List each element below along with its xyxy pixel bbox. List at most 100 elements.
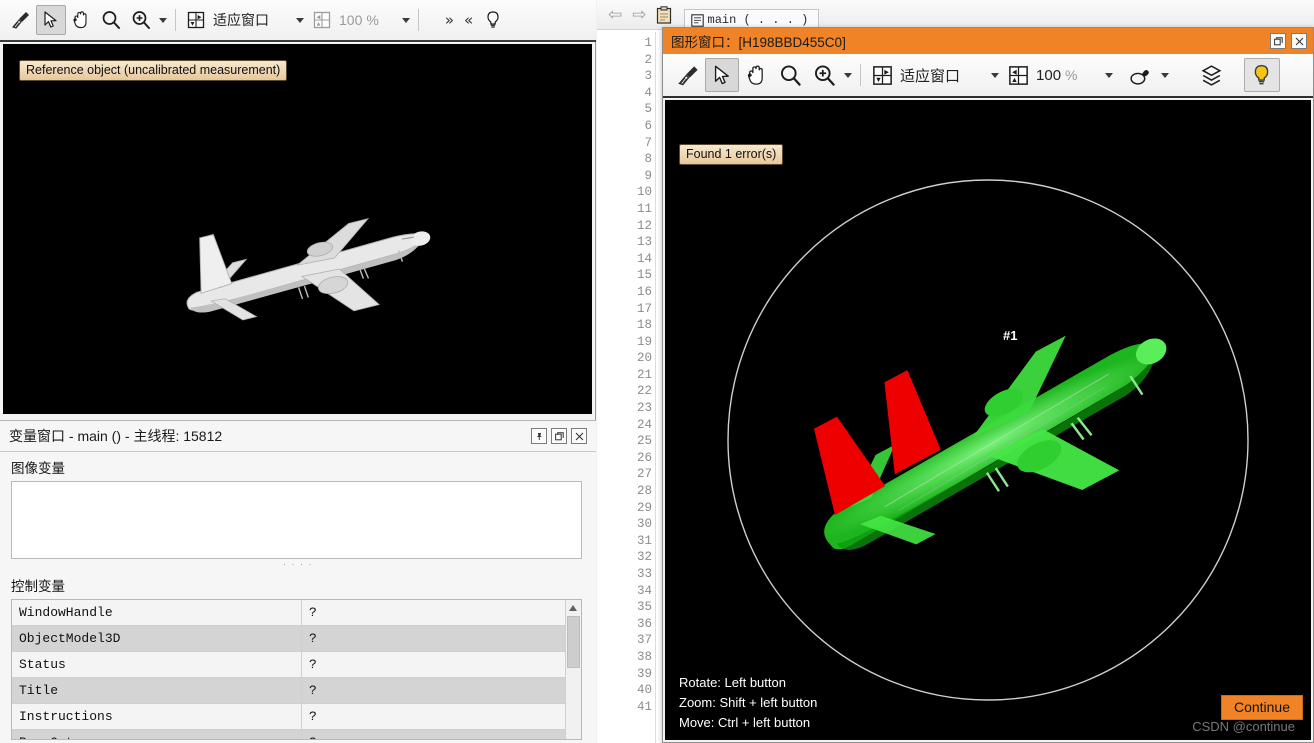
table-row[interactable]: PoseOut? <box>12 729 565 739</box>
line-number: 12 <box>636 218 652 233</box>
variable-name-cell: Title <box>12 677 302 704</box>
fit-window-label: 适应窗口 <box>213 12 269 28</box>
line-number: 23 <box>636 401 652 416</box>
clear-broom-icon[interactable] <box>6 5 36 35</box>
expand-less-icon[interactable]: « <box>459 11 478 29</box>
clear-broom-icon[interactable] <box>671 58 705 92</box>
layers-icon[interactable] <box>1194 58 1230 92</box>
expand-more-icon[interactable]: » <box>440 11 459 29</box>
line-number: 21 <box>636 367 652 382</box>
variable-window-title: 变量窗口 - main () - 主线程: 15812 <box>9 428 223 444</box>
restore-icon[interactable] <box>551 428 567 444</box>
forward-arrow-icon[interactable]: ⇨ <box>627 5 651 25</box>
line-number: 6 <box>644 118 652 133</box>
scrollbar-thumb[interactable] <box>567 616 580 668</box>
line-number: 41 <box>636 699 652 714</box>
line-number: 22 <box>636 384 652 399</box>
graphics-window-toolbar: 适应窗口 100 % <box>663 54 1313 98</box>
rotate-3d-caret-icon[interactable] <box>1158 61 1172 89</box>
fit-window-icon[interactable] <box>866 59 898 91</box>
line-number: 3 <box>644 69 652 84</box>
continue-button[interactable]: Continue <box>1220 695 1303 720</box>
fit-window-caret-icon[interactable] <box>988 61 1002 89</box>
restore-icon[interactable] <box>1270 33 1286 49</box>
clipboard-icon[interactable] <box>652 3 676 27</box>
line-number: 18 <box>636 318 652 333</box>
toolbar-separator-2 <box>417 9 419 31</box>
graphics-window: 图形窗口：[H198BBD455C0] 适应窗口 100 % Found 1 e… <box>662 27 1314 743</box>
variable-name-cell: Instructions <box>12 703 302 730</box>
line-number: 35 <box>636 600 652 615</box>
variable-window-controls <box>531 428 592 444</box>
variable-value-cell: ? <box>301 677 565 704</box>
table-row[interactable]: Instructions? <box>12 703 565 730</box>
zoom-in-icon[interactable] <box>807 58 841 92</box>
line-number: 11 <box>636 201 652 216</box>
select-arrow-icon[interactable] <box>36 5 66 35</box>
pan-hand-icon[interactable] <box>66 5 96 35</box>
pan-hand-icon[interactable] <box>739 58 773 92</box>
line-number: 14 <box>636 251 652 266</box>
graphics-window-titlebar[interactable]: 图形窗口：[H198BBD455C0] <box>663 28 1313 54</box>
line-number: 27 <box>636 467 652 482</box>
editor-line-number-gutter: 1 2 3 4 5 6 7 8 9 10 11 12 13 14 15 16 17 18 19 20 21 22 23 24 2… <box>622 32 652 743</box>
found-errors-badge: Found 1 error(s) <box>679 144 784 165</box>
variable-name-cell: Status <box>12 651 302 678</box>
table-row[interactable]: Title? <box>12 677 565 704</box>
table-row[interactable]: Status? <box>12 651 565 678</box>
close-icon[interactable] <box>1291 33 1307 49</box>
table-row[interactable]: WindowHandle? <box>12 600 565 626</box>
scroll-up-arrow-icon[interactable] <box>569 605 577 611</box>
fit-window-icon[interactable] <box>181 5 211 35</box>
magnifier-icon[interactable] <box>773 58 807 92</box>
image-variables-list[interactable] <box>11 481 582 559</box>
instruction-move: Move: Ctrl + left button <box>679 715 811 730</box>
zoom-level-icon[interactable] <box>307 5 337 35</box>
line-number: 38 <box>636 649 652 664</box>
variable-window-titlebar: 变量窗口 - main () - 主线程: 15812 <box>0 421 596 452</box>
lightbulb-icon[interactable] <box>1243 58 1280 92</box>
variable-name-cell: PoseOut <box>12 729 302 739</box>
zoom-options-caret-icon[interactable] <box>841 61 855 89</box>
instruction-rotate: Rotate: Left button <box>679 675 786 690</box>
pin-icon[interactable] <box>531 428 547 444</box>
line-number: 17 <box>636 301 652 316</box>
magnifier-icon[interactable] <box>96 5 126 35</box>
back-arrow-icon[interactable]: ⇦ <box>603 5 627 25</box>
line-number: 15 <box>636 268 652 283</box>
line-number: 19 <box>636 334 652 349</box>
line-number: 28 <box>636 484 652 499</box>
line-number: 2 <box>644 52 652 67</box>
variable-value-cell: ? <box>301 703 565 730</box>
line-number: 33 <box>636 567 652 581</box>
fit-window-caret-icon[interactable] <box>293 6 307 34</box>
table-row[interactable]: ObjectModel3D? <box>12 625 565 652</box>
control-variables-scrollbar[interactable] <box>565 600 581 739</box>
airplane-model-3d <box>186 217 431 321</box>
zoom-level-value: 100 <box>1036 66 1062 84</box>
line-number: 32 <box>636 550 652 565</box>
rotate-3d-icon[interactable] <box>1124 58 1158 92</box>
pane-splitter[interactable]: · · · · <box>0 559 596 570</box>
application-window: 适应窗口 100 % » « Reference object (uncalib… <box>0 0 1314 743</box>
graphics-canvas-3d[interactable]: Found 1 error(s) #1 Rotate: Left button … <box>665 100 1311 740</box>
line-number: 1 <box>644 36 652 50</box>
zoom-level-caret-icon[interactable] <box>399 6 413 34</box>
zoom-in-icon[interactable] <box>126 5 156 35</box>
graphics-window-title: 图形窗口：[H198BBD455C0] <box>671 35 846 50</box>
select-arrow-icon[interactable] <box>705 58 739 92</box>
lightbulb-icon[interactable] <box>478 5 508 35</box>
fit-window-label: 适应窗口 <box>900 67 961 85</box>
toolbar-separator <box>175 9 176 31</box>
close-icon[interactable] <box>571 428 587 444</box>
left-graphics-toolbar: 适应窗口 100 % » « <box>0 0 596 42</box>
error-marker-label: #1 <box>1003 328 1018 343</box>
line-number: 25 <box>636 434 652 449</box>
variable-name-cell: ObjectModel3D <box>12 625 302 652</box>
zoom-level-icon[interactable] <box>1002 59 1034 91</box>
left-graphics-canvas[interactable]: Reference object (uncalibrated measureme… <box>3 44 592 414</box>
editor-gutter-divider <box>655 32 656 743</box>
zoom-options-caret-icon[interactable] <box>156 6 170 34</box>
control-variables-table[interactable]: WindowHandle? ObjectModel3D? Status? Title?… <box>11 599 582 740</box>
zoom-level-caret-icon[interactable] <box>1102 61 1116 89</box>
